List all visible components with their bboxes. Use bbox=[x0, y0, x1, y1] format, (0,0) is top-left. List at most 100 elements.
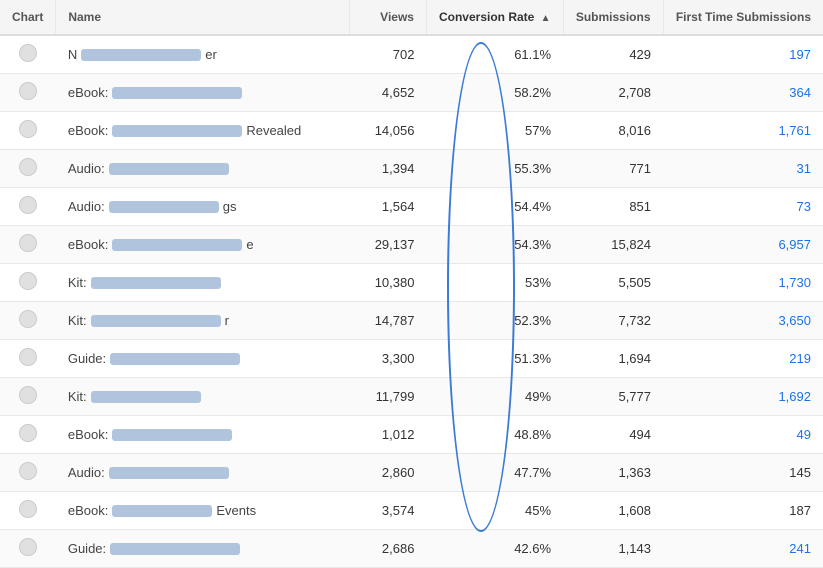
submissions-cell: 15,824 bbox=[563, 226, 663, 264]
chart-cell[interactable] bbox=[0, 340, 56, 378]
first-time-submissions-cell[interactable]: 219 bbox=[663, 340, 823, 378]
first-time-submissions-cell: 145 bbox=[663, 454, 823, 492]
first-time-submissions-cell[interactable]: 364 bbox=[663, 74, 823, 112]
first-time-link[interactable]: 1,730 bbox=[778, 275, 811, 290]
table-row: Audio:2,86047.7%1,363145 bbox=[0, 454, 823, 492]
sort-arrow-icon: ▲ bbox=[541, 13, 551, 24]
first-time-link[interactable]: 31 bbox=[797, 161, 811, 176]
col-header-submissions[interactable]: Submissions bbox=[563, 0, 663, 35]
chart-toggle-button[interactable] bbox=[19, 462, 37, 480]
col-header-name[interactable]: Name bbox=[56, 0, 349, 35]
name-prefix: Audio: bbox=[68, 161, 105, 176]
table-row: Kit:11,79949%5,7771,692 bbox=[0, 378, 823, 416]
table-row: Kit:10,38053%5,5051,730 bbox=[0, 264, 823, 302]
chart-cell[interactable] bbox=[0, 530, 56, 568]
views-cell: 3,300 bbox=[349, 340, 426, 378]
submissions-cell: 429 bbox=[563, 35, 663, 74]
conversion-rate-cell: 51.3% bbox=[426, 340, 563, 378]
name-redacted bbox=[112, 125, 242, 137]
chart-toggle-button[interactable] bbox=[19, 272, 37, 290]
conversion-rate-cell: 54.4% bbox=[426, 188, 563, 226]
chart-cell[interactable] bbox=[0, 226, 56, 264]
first-time-link[interactable]: 49 bbox=[797, 427, 811, 442]
first-time-submissions-cell[interactable]: 197 bbox=[663, 35, 823, 74]
first-time-link[interactable]: 364 bbox=[789, 85, 811, 100]
table-row: Guide: 3,30051.3%1,694 219 bbox=[0, 340, 823, 378]
first-time-link[interactable]: 241 bbox=[789, 541, 811, 556]
chart-cell[interactable] bbox=[0, 112, 56, 150]
chart-cell[interactable] bbox=[0, 416, 56, 454]
first-time-submissions-cell[interactable]: 241 bbox=[663, 530, 823, 568]
chart-toggle-button[interactable] bbox=[19, 44, 37, 62]
row-name: Audio: bbox=[68, 161, 229, 176]
name-suffix: er bbox=[205, 47, 217, 62]
chart-toggle-button[interactable] bbox=[19, 348, 37, 366]
row-name: Kit: bbox=[68, 275, 221, 290]
chart-cell[interactable] bbox=[0, 492, 56, 530]
chart-cell[interactable] bbox=[0, 302, 56, 340]
first-time-submissions-cell[interactable]: 49 bbox=[663, 416, 823, 454]
first-time-link[interactable]: 219 bbox=[789, 351, 811, 366]
chart-cell[interactable] bbox=[0, 188, 56, 226]
chart-toggle-button[interactable] bbox=[19, 386, 37, 404]
chart-toggle-button[interactable] bbox=[19, 538, 37, 556]
name-redacted bbox=[81, 49, 201, 61]
first-time-link[interactable]: 6,957 bbox=[778, 237, 811, 252]
chart-toggle-button[interactable] bbox=[19, 120, 37, 138]
col-header-conversion-rate[interactable]: Conversion Rate ▲ bbox=[426, 0, 563, 35]
submissions-cell: 5,777 bbox=[563, 378, 663, 416]
chart-cell[interactable] bbox=[0, 378, 56, 416]
views-cell: 29,137 bbox=[349, 226, 426, 264]
first-time-submissions-cell[interactable]: 3,650 bbox=[663, 302, 823, 340]
chart-toggle-button[interactable] bbox=[19, 500, 37, 518]
submissions-cell: 851 bbox=[563, 188, 663, 226]
chart-cell[interactable] bbox=[0, 74, 56, 112]
col-header-views[interactable]: Views bbox=[349, 0, 426, 35]
name-redacted bbox=[109, 201, 219, 213]
conversion-rate-cell: 61.1% bbox=[426, 35, 563, 74]
name-redacted bbox=[91, 391, 201, 403]
name-cell: Audio: bbox=[56, 150, 349, 188]
chart-toggle-button[interactable] bbox=[19, 234, 37, 252]
name-prefix: Guide: bbox=[68, 541, 106, 556]
views-cell: 1,012 bbox=[349, 416, 426, 454]
chart-toggle-button[interactable] bbox=[19, 310, 37, 328]
chart-cell[interactable] bbox=[0, 264, 56, 302]
chart-cell[interactable] bbox=[0, 454, 56, 492]
submissions-cell: 771 bbox=[563, 150, 663, 188]
row-name: eBook: bbox=[68, 85, 242, 100]
col-header-first-time[interactable]: First Time Submissions bbox=[663, 0, 823, 35]
submissions-cell: 1,143 bbox=[563, 530, 663, 568]
table-row: Audio:1,39455.3%77131 bbox=[0, 150, 823, 188]
views-cell: 14,056 bbox=[349, 112, 426, 150]
submissions-cell: 8,016 bbox=[563, 112, 663, 150]
first-time-link[interactable]: 73 bbox=[797, 199, 811, 214]
submissions-cell: 494 bbox=[563, 416, 663, 454]
chart-toggle-button[interactable] bbox=[19, 82, 37, 100]
first-time-submissions-cell[interactable]: 6,957 bbox=[663, 226, 823, 264]
first-time-submissions-cell[interactable]: 73 bbox=[663, 188, 823, 226]
name-cell: Audio: bbox=[56, 454, 349, 492]
row-name: eBook:e bbox=[68, 237, 254, 252]
chart-toggle-button[interactable] bbox=[19, 158, 37, 176]
submissions-cell: 1,694 bbox=[563, 340, 663, 378]
name-redacted bbox=[112, 87, 242, 99]
chart-toggle-button[interactable] bbox=[19, 424, 37, 442]
first-time-submissions-cell[interactable]: 1,692 bbox=[663, 378, 823, 416]
first-time-link[interactable]: 1,692 bbox=[778, 389, 811, 404]
views-cell: 1,394 bbox=[349, 150, 426, 188]
conversion-rate-cell: 53% bbox=[426, 264, 563, 302]
first-time-submissions-cell[interactable]: 31 bbox=[663, 150, 823, 188]
first-time-link[interactable]: 197 bbox=[789, 47, 811, 62]
name-prefix: Guide: bbox=[68, 351, 106, 366]
first-time-submissions-cell[interactable]: 1,730 bbox=[663, 264, 823, 302]
chart-cell[interactable] bbox=[0, 35, 56, 74]
first-time-link[interactable]: 1,761 bbox=[778, 123, 811, 138]
table-row: eBook:Events3,57445%1,608187 bbox=[0, 492, 823, 530]
first-time-link[interactable]: 3,650 bbox=[778, 313, 811, 328]
row-name: eBook:Revealed bbox=[68, 123, 301, 138]
name-prefix: eBook: bbox=[68, 85, 108, 100]
first-time-submissions-cell[interactable]: 1,761 bbox=[663, 112, 823, 150]
chart-toggle-button[interactable] bbox=[19, 196, 37, 214]
chart-cell[interactable] bbox=[0, 150, 56, 188]
